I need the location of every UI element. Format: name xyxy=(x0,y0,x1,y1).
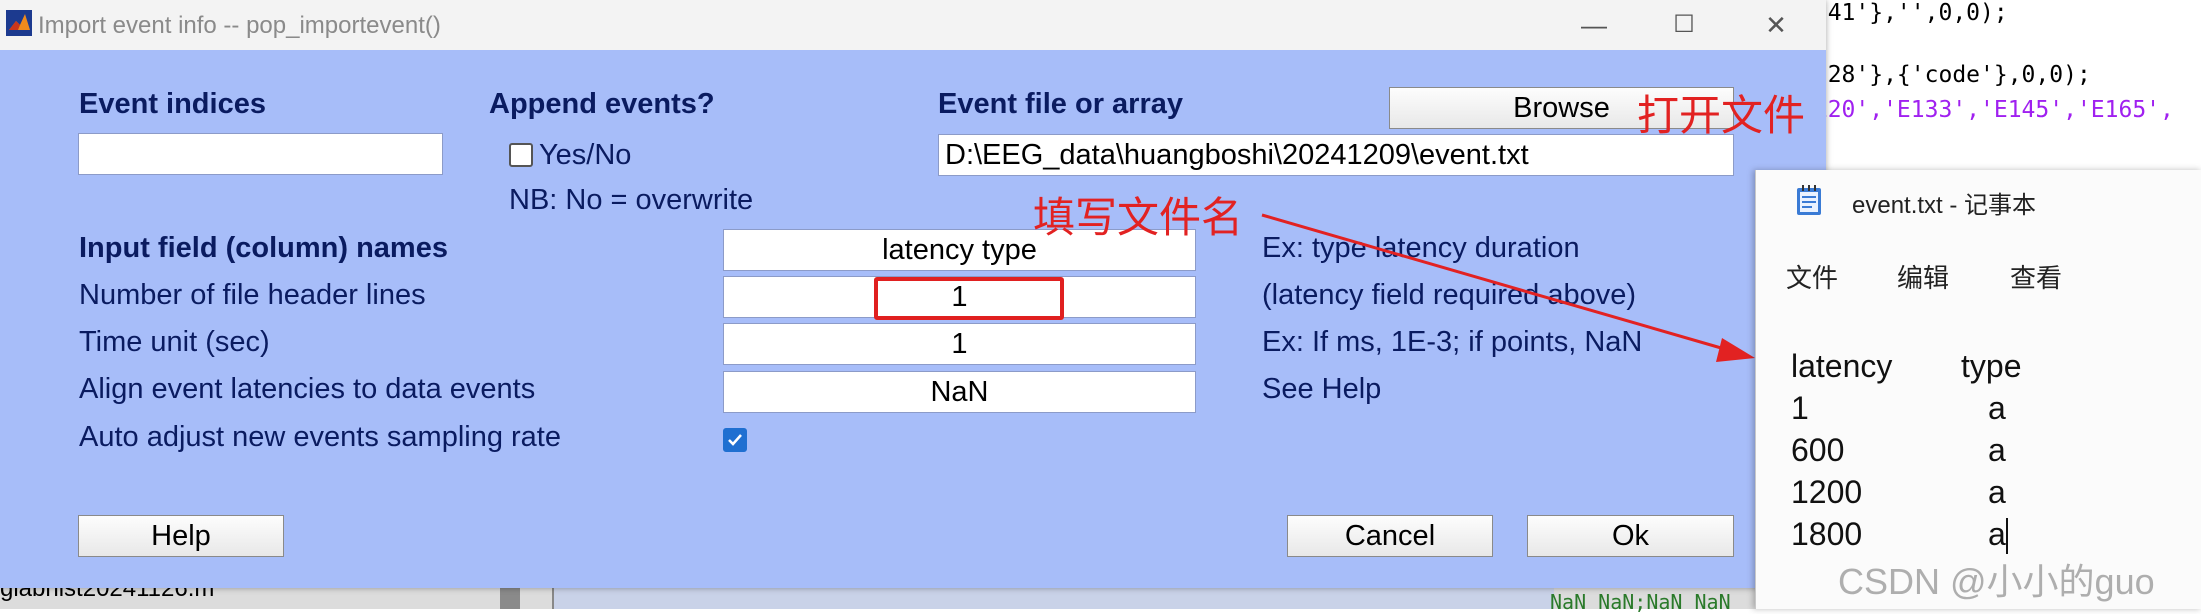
notepad-row-type: a xyxy=(1988,516,2006,552)
notepad-row-latency: 600 xyxy=(1791,432,1845,468)
notepad-header-type: type xyxy=(1961,348,2022,384)
notepad-menu-file[interactable]: 文件 xyxy=(1786,258,1838,295)
text-cursor xyxy=(2006,518,2008,554)
watermark: CSDN @小小的guo xyxy=(1838,561,2155,602)
notepad-row-latency: 1 xyxy=(1791,390,1809,426)
notepad-row-type: a xyxy=(1988,390,2006,426)
notepad-header-latency: latency xyxy=(1791,348,1893,384)
notepad-row-type: a xyxy=(1988,432,2006,468)
notepad-row-latency: 1200 xyxy=(1791,474,1863,510)
notepad-menu-view[interactable]: 查看 xyxy=(2010,258,2062,295)
notepad-row-latency: 1800 xyxy=(1791,516,1863,552)
notepad-icon xyxy=(1797,185,1821,215)
notepad-row-type: a xyxy=(1988,474,2006,510)
notepad-title: event.txt - 记事本 xyxy=(1852,192,2037,219)
notepad-window: event.txt - 记事本 文件 编辑 查看 latency type 1 … xyxy=(1755,170,2201,609)
notepad-menu-edit[interactable]: 编辑 xyxy=(1897,258,1949,295)
